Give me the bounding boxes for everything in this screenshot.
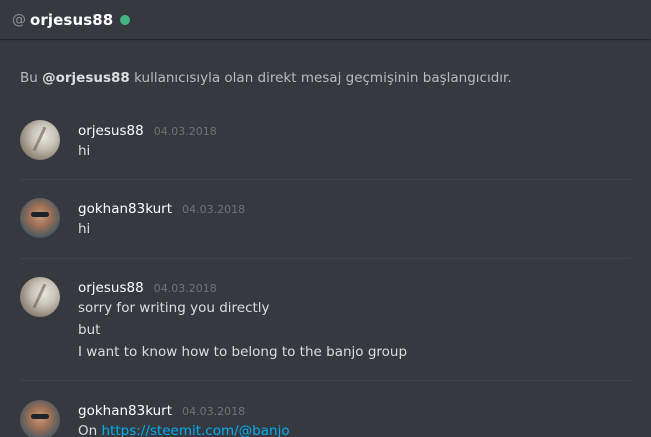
message-divider <box>20 380 631 381</box>
channel-header: @ orjesus88 <box>0 0 651 39</box>
message-timestamp: 04.03.2018 <box>153 282 217 295</box>
message-text: On https://steemit.com/@banjo <box>78 420 631 437</box>
message-timestamp: 04.03.2018 <box>182 203 246 216</box>
message-divider <box>20 258 631 259</box>
message-text: but <box>78 322 101 338</box>
dm-intro-text: Bu @orjesus88 kullanıcısıyla olan direkt… <box>20 70 512 86</box>
avatar[interactable] <box>20 400 60 437</box>
intro-suffix: kullanıcısıyla olan direkt mesaj geçmişi… <box>134 70 512 86</box>
dm-username[interactable]: orjesus88 <box>30 11 113 29</box>
online-status-icon <box>120 15 131 25</box>
message-divider <box>20 179 631 180</box>
message-author[interactable]: gokhan83kurt <box>78 403 172 419</box>
dm-window: @ orjesus88 Bu @orjesus88 kullanıcısıyla… <box>0 0 651 437</box>
message-timestamp: 04.03.2018 <box>153 125 217 138</box>
message-timestamp: 04.03.2018 <box>182 405 246 418</box>
message-list[interactable]: Bu @orjesus88 kullanıcısıyla olan direkt… <box>0 39 651 437</box>
intro-prefix: Bu <box>20 70 38 86</box>
message-text-prefix: On <box>78 423 98 437</box>
avatar[interactable] <box>20 120 60 160</box>
message-link[interactable]: https://steemit.com/@banjo <box>101 423 289 437</box>
message-text: hi <box>78 221 91 237</box>
at-icon: @ <box>12 11 26 28</box>
message-text: I want to know how to belong to the banj… <box>78 344 408 360</box>
message-author[interactable]: orjesus88 <box>78 280 144 296</box>
intro-mention[interactable]: @orjesus88 <box>42 70 130 86</box>
message-author[interactable]: orjesus88 <box>78 123 144 139</box>
message-text: sorry for writing you directly <box>78 300 270 316</box>
message-text: hi <box>78 143 91 159</box>
avatar[interactable] <box>20 277 60 317</box>
message-author[interactable]: gokhan83kurt <box>78 201 172 217</box>
avatar[interactable] <box>20 198 60 238</box>
